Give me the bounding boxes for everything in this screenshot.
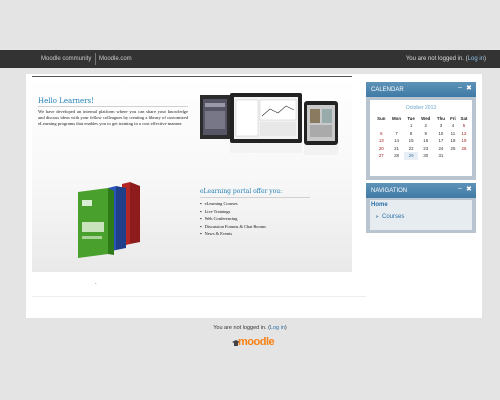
login-suffix: ): [484, 56, 486, 62]
calendar-body: October 2013 Sun Mon Tue Wed Thu Fri Sat…: [370, 100, 472, 176]
offer-item: eLearning Courses: [200, 201, 266, 209]
close-icon[interactable]: ✖: [466, 185, 472, 193]
close-icon[interactable]: ✖: [466, 84, 472, 92]
calendar-day: 12: [461, 130, 467, 136]
calendar-day: 2: [424, 123, 427, 129]
offer-title: eLearning portal offer you:: [200, 188, 283, 195]
calendar-day: 31: [438, 153, 444, 159]
offer-item: Discussion Forums & Chat Rooms: [200, 224, 266, 232]
calendar-title: CALENDAR: [371, 87, 404, 93]
calendar-day: 18: [450, 138, 456, 144]
calendar-day: [458, 152, 470, 160]
footer-login-info: You are not logged in. (Log in): [0, 325, 500, 331]
calendar-day: 25: [450, 145, 456, 151]
footer-login-link[interactable]: Log in: [270, 325, 285, 331]
navigation-body: Home ▸ Courses: [370, 200, 472, 230]
nav-courses-label: Courses: [382, 214, 405, 220]
calendar-day: 26: [461, 145, 467, 151]
offer-list: eLearning Courses Live Trainings Web Con…: [200, 201, 266, 239]
header-login-link[interactable]: Log in: [468, 56, 484, 62]
calendar-day: 8: [409, 130, 413, 136]
moodle-logo-text: moodle: [238, 336, 275, 348]
calendar-grid: Sun Mon Tue Wed Thu Fri Sat 1 2 3 4 5 6 …: [374, 114, 470, 160]
calendar-day: 6: [380, 130, 383, 136]
calendar-day: [374, 122, 389, 130]
nav-moodle-community[interactable]: Moodle community: [41, 56, 91, 62]
offer-item: Live Trainings: [200, 209, 266, 217]
calendar-day: 30: [423, 153, 429, 159]
calendar-day: 21: [394, 145, 399, 151]
content-divider: [32, 296, 366, 297]
calendar-day: [448, 152, 458, 160]
calendar-day: 9: [424, 130, 427, 136]
software-boxes-illustration: [78, 182, 140, 258]
weekday-header: Tue: [407, 115, 415, 121]
weekday-header: Fri: [450, 115, 456, 121]
calendar-day: 5: [462, 123, 466, 129]
calendar-header: CALENDAR – ✖: [366, 82, 476, 97]
header-login-info: You are not logged in. (Log in): [406, 56, 486, 62]
calendar-day-today: 29: [404, 152, 418, 160]
banner-top-rule: [32, 76, 352, 77]
weekday-header: Sun: [377, 115, 386, 121]
calendar-day: 11: [450, 130, 456, 136]
navigation-title: NAVIGATION: [371, 188, 408, 194]
offer-divider: [200, 197, 310, 198]
calendar-day: 1: [409, 123, 413, 129]
calendar-day: [389, 122, 405, 130]
offer-item: Web Conferencing: [200, 216, 266, 224]
moodle-logo[interactable]: moodle: [232, 336, 278, 350]
weekday-header: Wed: [421, 115, 431, 121]
calendar-day: 4: [451, 123, 455, 129]
calendar-day: 24: [438, 145, 444, 151]
calendar-day: 13: [378, 138, 384, 144]
minimize-icon[interactable]: –: [458, 84, 462, 91]
calendar-day: 19: [461, 138, 467, 144]
stray-dot: .: [95, 280, 97, 286]
weekday-header: Mon: [392, 115, 402, 121]
intro-text: We have developed an internal platform w…: [38, 109, 188, 126]
hello-divider: [38, 106, 188, 107]
calendar-block: CALENDAR – ✖ October 2013 Sun Mon Tue We…: [366, 82, 476, 180]
calendar-day: 28: [394, 153, 399, 159]
calendar-day: 22: [408, 145, 414, 151]
hello-title: Hello Learners!: [38, 97, 94, 105]
footer-login-suffix: ): [284, 325, 287, 331]
calendar-month: October 2013: [405, 105, 437, 111]
navigation-header: NAVIGATION – ✖: [366, 183, 476, 198]
calendar-day: 27: [378, 153, 384, 159]
calendar-day: 7: [395, 130, 398, 136]
calendar-day: 20: [378, 145, 384, 151]
expand-arrow-icon[interactable]: ▸: [376, 214, 379, 220]
footer-login-prefix: You are not logged in. (: [213, 325, 270, 331]
weekday-header: Sat: [460, 115, 468, 121]
calendar-day: 14: [394, 138, 399, 144]
nav-courses-item[interactable]: ▸ Courses: [376, 213, 404, 220]
weekday-header: Thu: [436, 115, 445, 121]
login-prefix: You are not logged in. (: [405, 56, 468, 62]
calendar-day: 23: [423, 145, 429, 151]
minimize-icon[interactable]: –: [458, 185, 462, 192]
calendar-day: 16: [423, 138, 429, 144]
calendar-day: 17: [438, 138, 444, 144]
calendar-day: 10: [438, 130, 444, 136]
nav-separator: [95, 53, 96, 65]
calendar-day: 3: [439, 123, 443, 129]
devices-illustration: [200, 93, 338, 155]
offer-item: News & Events: [200, 231, 266, 239]
calendar-day: 15: [408, 138, 414, 144]
top-navbar: Moodle community Moodle.com You are not …: [0, 50, 500, 68]
nav-moodle-com[interactable]: Moodle.com: [99, 56, 132, 62]
navigation-block: NAVIGATION – ✖ Home ▸ Courses: [366, 183, 476, 233]
welcome-banner: Hello Learners! We have developed an int…: [32, 78, 352, 272]
nav-home-link[interactable]: Home: [371, 202, 388, 208]
